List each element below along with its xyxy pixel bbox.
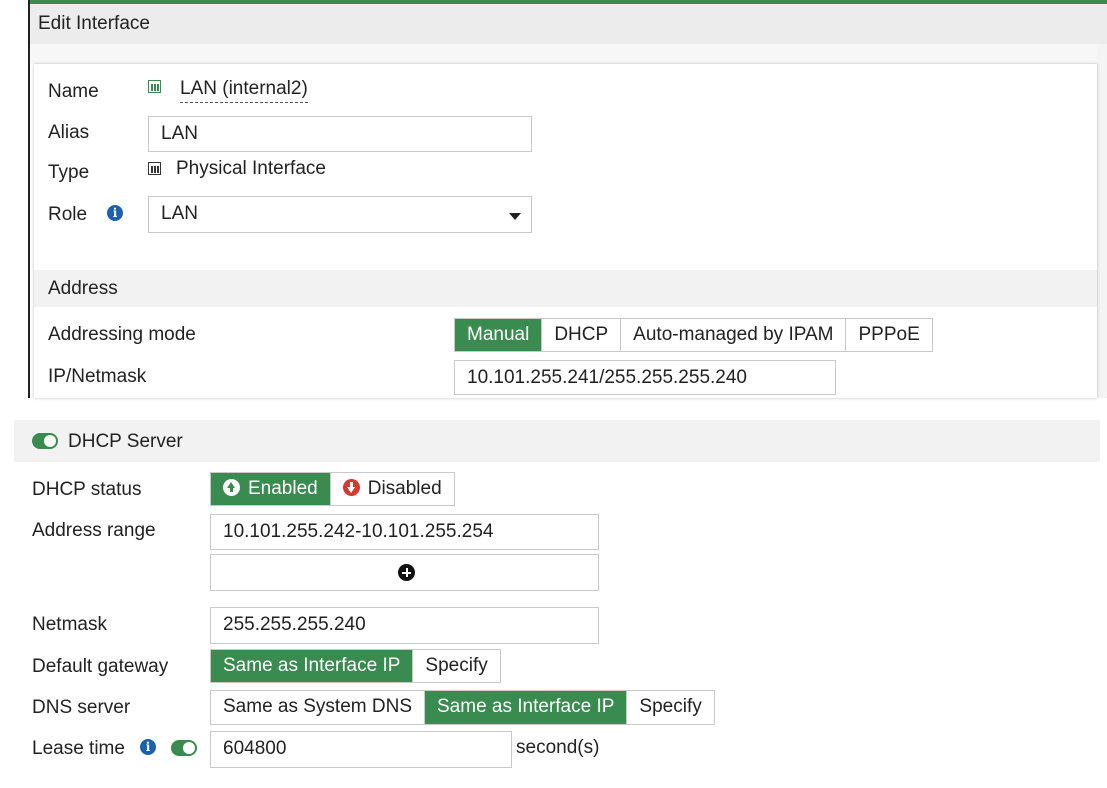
mode-manual-option[interactable]: Manual [455,319,542,351]
lease-time-input[interactable]: 604800 [210,731,512,768]
mode-dhcp-option[interactable]: DHCP [541,319,620,351]
edit-interface-panel: Edit Interface Name LAN (internal2) Alia… [0,0,1107,398]
addressing-mode-selector: Manual DHCP Auto-managed by IPAM PPPoE [454,318,933,352]
name-label: Name [48,81,99,102]
ip-netmask-label: IP/Netmask [48,366,147,387]
info-icon[interactable]: i [140,739,156,755]
physical-interface-icon [148,162,161,175]
arrow-down-circle-icon [342,479,360,496]
arrow-up-circle-icon [223,479,240,496]
dhcp-status-label: DHCP status [32,479,142,500]
default-gateway-label: Default gateway [32,656,169,677]
default-gateway-selector: Same as Interface IP Specify [210,649,501,683]
mode-pppoe-option[interactable]: PPPoE [845,319,931,351]
dhcp-enabled-option[interactable]: Enabled [211,473,330,505]
dhcp-server-panel [0,420,1107,788]
role-select[interactable]: LAN [148,196,532,233]
netmask-label: Netmask [32,614,107,635]
interface-name[interactable]: LAN (internal2) [180,78,308,103]
page-title: Edit Interface [38,13,150,34]
netmask-input[interactable]: 255.255.255.240 [210,607,599,644]
panel-header: Edit Interface [30,4,1107,44]
lease-time-label: Lease time [32,738,125,759]
gateway-specify-option[interactable]: Specify [412,650,499,682]
gateway-same-as-interface-option[interactable]: Same as Interface IP [211,650,413,682]
alias-input[interactable]: LAN [148,116,532,152]
info-icon[interactable]: i [107,205,123,221]
lease-time-unit: second(s) [516,737,600,758]
ip-netmask-input[interactable]: 10.101.255.241/255.255.255.240 [454,360,836,395]
plus-circle-icon [398,564,415,581]
addressing-mode-label: Addressing mode [48,324,196,345]
role-label: Role [48,204,88,225]
address-section-title: Address [48,278,118,299]
mode-ipam-option[interactable]: Auto-managed by IPAM [620,319,845,351]
chevron-down-icon [509,213,521,220]
dns-interface-option[interactable]: Same as Interface IP [424,691,627,724]
address-range-label: Address range [32,520,156,541]
dhcp-server-title: DHCP Server [68,431,183,452]
add-range-button[interactable] [210,554,599,591]
dhcp-status-selector: Enabled Disabled [210,472,455,506]
dns-system-option[interactable]: Same as System DNS [211,691,424,724]
address-range-input[interactable]: 10.101.255.242-10.101.255.254 [210,514,599,550]
interface-port-icon [148,80,161,93]
alias-label: Alias [48,122,90,143]
dhcp-disabled-option[interactable]: Disabled [329,473,454,505]
dns-server-selector: Same as System DNS Same as Interface IP … [210,690,715,725]
address-section-header: Address [34,270,1097,307]
type-value: Physical Interface [176,158,326,179]
dns-specify-option[interactable]: Specify [626,691,713,724]
dns-server-label: DNS server [32,697,131,718]
dhcp-server-toggle[interactable] [32,433,58,449]
type-label: Type [48,162,90,183]
lease-time-toggle[interactable] [171,740,197,756]
role-select-value: LAN [161,203,198,224]
